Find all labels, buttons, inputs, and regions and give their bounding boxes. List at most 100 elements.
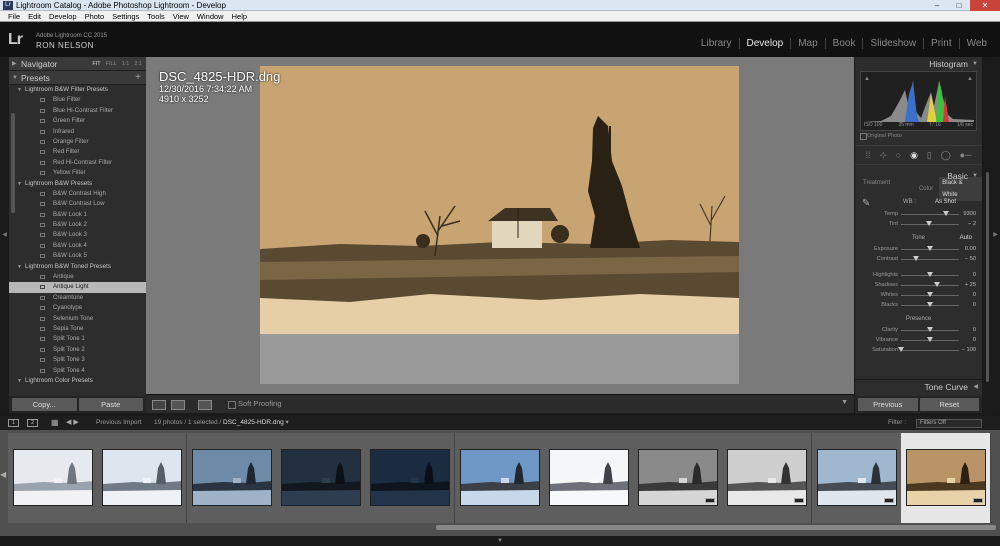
zoom-fill[interactable]: FILL: [106, 57, 117, 71]
slider-knob[interactable]: [927, 327, 933, 332]
filmstrip-thumbnail[interactable]: [370, 449, 451, 506]
filmstrip-cell[interactable]: [8, 433, 98, 523]
slider-value[interactable]: 0.00: [965, 244, 976, 254]
preset-folder[interactable]: ▼ Lightroom Color Presets: [9, 376, 146, 386]
preset-item[interactable]: Split Tone 1: [9, 334, 146, 344]
slider-value[interactable]: 0: [973, 290, 976, 300]
preset-item[interactable]: Blue Filter: [9, 95, 146, 105]
slider-knob[interactable]: [927, 246, 933, 251]
slider-knob[interactable]: [925, 221, 932, 226]
preset-item[interactable]: B&W Contrast High: [9, 189, 146, 199]
preset-item[interactable]: B&W Contrast Low: [9, 199, 146, 209]
treatment-color-option[interactable]: Color: [919, 183, 933, 195]
menu-file[interactable]: File: [4, 11, 24, 21]
slider-knob[interactable]: [927, 272, 933, 277]
filmstrip-cell[interactable]: [543, 433, 634, 523]
preset-folder[interactable]: ▼ Lightroom B&W Presets: [9, 179, 146, 189]
left-panel-toggle[interactable]: ◀: [0, 57, 9, 413]
filmstrip-cell[interactable]: [454, 433, 545, 523]
slider-knob[interactable]: [927, 302, 933, 307]
second-window-icon[interactable]: 2: [27, 419, 38, 427]
preset-item[interactable]: Red Hi-Contrast Filter: [9, 158, 146, 168]
slider-track[interactable]: [901, 259, 959, 260]
filmstrip-cell[interactable]: [275, 433, 366, 523]
slider-track[interactable]: [901, 214, 959, 215]
menu-tools[interactable]: Tools: [143, 11, 169, 21]
preset-folder[interactable]: ▼ Lightroom B&W Filter Presets: [9, 85, 146, 95]
module-map[interactable]: Map: [790, 38, 824, 49]
reset-button[interactable]: Reset: [919, 398, 979, 411]
right-panel-toggle[interactable]: ▶: [991, 57, 1000, 413]
red-eye-icon[interactable]: ◉: [910, 150, 918, 161]
filmstrip-thumbnail[interactable]: [191, 449, 272, 506]
filmstrip-thumbnail[interactable]: [13, 449, 93, 506]
filmstrip-cell[interactable]: [365, 433, 456, 523]
module-web[interactable]: Web: [958, 38, 994, 49]
preset-item[interactable]: Selenium Tone: [9, 314, 146, 324]
menu-settings[interactable]: Settings: [108, 11, 143, 21]
filmstrip-thumbnail[interactable]: [727, 449, 808, 506]
menu-view[interactable]: View: [169, 11, 193, 21]
zoom-1-1[interactable]: 1:1: [122, 57, 130, 71]
nav-arrows-icon[interactable]: ◀ ▶: [66, 416, 79, 430]
slider-knob[interactable]: [898, 347, 904, 352]
tone-auto-button[interactable]: Auto: [960, 233, 972, 244]
slider-value[interactable]: 0: [973, 325, 976, 335]
module-book[interactable]: Book: [824, 38, 863, 49]
main-window-icon[interactable]: 1: [8, 419, 19, 427]
crop-tool-icon[interactable]: ⊹: [879, 150, 887, 161]
menu-photo[interactable]: Photo: [81, 11, 109, 21]
preset-item[interactable]: Split Tone 2: [9, 345, 146, 355]
slider-value[interactable]: − 50: [965, 254, 976, 264]
filmstrip-toggle[interactable]: ▼: [0, 536, 1000, 546]
adjustment-brush-icon[interactable]: ●─: [960, 150, 972, 160]
preset-item[interactable]: Antique: [9, 272, 146, 282]
add-preset-button[interactable]: +: [135, 71, 141, 85]
toolbar-options-dropdown-icon[interactable]: ▼: [841, 399, 848, 406]
histogram-header[interactable]: Histogram ▼: [855, 57, 982, 71]
copy-button[interactable]: Copy...: [12, 398, 77, 411]
preset-item[interactable]: B&W Look 3: [9, 230, 146, 240]
slider-knob[interactable]: [933, 282, 940, 287]
main-photo[interactable]: [260, 66, 739, 384]
filmstrip-source[interactable]: Previous Import: [96, 416, 142, 430]
filmstrip-cell[interactable]: [722, 433, 813, 523]
module-print[interactable]: Print: [923, 38, 959, 49]
filmstrip-thumbnail[interactable]: [638, 449, 719, 506]
filmstrip-cell[interactable]: [811, 433, 902, 523]
preset-item[interactable]: B&W Look 2: [9, 220, 146, 230]
slider-value[interactable]: 9300: [963, 209, 976, 219]
filmstrip-cell[interactable]: [633, 433, 724, 523]
preset-item[interactable]: Infrared: [9, 127, 146, 137]
original-photo-checkbox[interactable]: Original Photo: [855, 131, 982, 141]
preset-item[interactable]: Cyanotype: [9, 303, 146, 313]
preset-item[interactable]: Creamtone: [9, 293, 146, 303]
preset-item[interactable]: B&W Look 1: [9, 210, 146, 220]
selected-filename[interactable]: DSC_4825-HDR.dng: [223, 419, 284, 426]
before-after-icon[interactable]: [171, 400, 185, 410]
navigator-header[interactable]: ▶ Navigator FIT FILL 1:1 2:1: [9, 57, 146, 71]
wb-select[interactable]: As Shot: [935, 195, 956, 209]
filmstrip-cell[interactable]: [901, 433, 991, 523]
slider-value[interactable]: 0: [973, 335, 976, 345]
slider-value[interactable]: − 2: [968, 219, 976, 229]
menu-window[interactable]: Window: [193, 11, 228, 21]
preset-item[interactable]: Blue Hi-Contrast Filter: [9, 106, 146, 116]
previous-button[interactable]: Previous: [858, 398, 918, 411]
filter-select[interactable]: Filters Off: [916, 419, 982, 428]
preset-item[interactable]: B&W Look 5: [9, 251, 146, 261]
slider-value[interactable]: 0: [973, 270, 976, 280]
preset-item[interactable]: Yellow Filter: [9, 168, 146, 178]
menu-develop[interactable]: Develop: [45, 11, 81, 21]
graduated-filter-icon[interactable]: ▯: [927, 150, 932, 161]
presets-header[interactable]: ▼ Presets +: [9, 71, 146, 85]
slider-value[interactable]: + 25: [965, 280, 976, 290]
zoom-fit[interactable]: FIT: [92, 57, 100, 71]
filmstrip-thumbnail[interactable]: [459, 449, 540, 506]
grid-overlay-icon[interactable]: ⁞⁞: [865, 150, 870, 160]
module-slideshow[interactable]: Slideshow: [862, 38, 923, 49]
close-button[interactable]: ✕: [970, 0, 1000, 11]
histogram[interactable]: ▲ ▲ ISO 100 35 mm f / 16 1/6 sec: [860, 71, 977, 131]
preset-item[interactable]: Antique Light: [9, 282, 146, 293]
menu-edit[interactable]: Edit: [24, 11, 45, 21]
